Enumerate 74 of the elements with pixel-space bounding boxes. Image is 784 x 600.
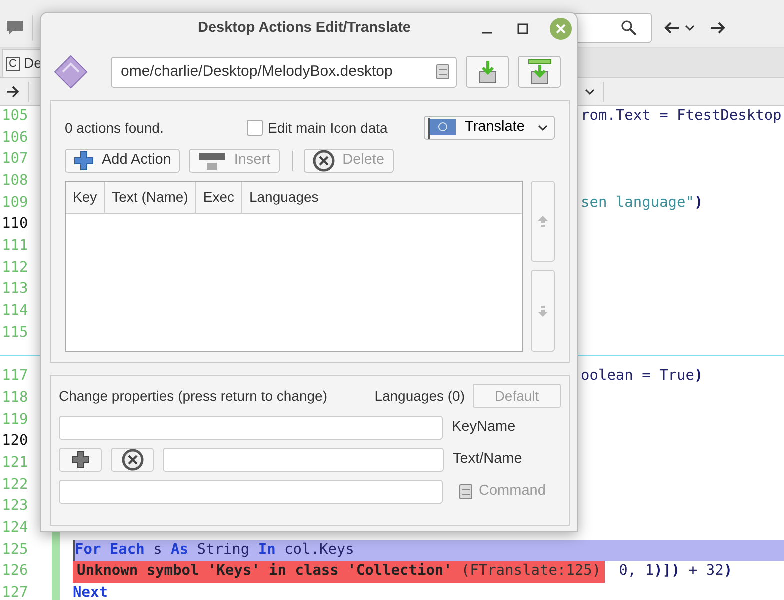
line-number: 126 — [1, 562, 30, 582]
line-number: 124 — [1, 519, 30, 538]
field-label: Command — [479, 482, 546, 502]
line-number: 114 — [1, 302, 30, 322]
plus-icon — [72, 451, 90, 469]
file-path-field[interactable]: ome/charlie/Desktop/MelodyBox.desktop — [111, 56, 457, 88]
back-arrow-icon[interactable] — [664, 20, 680, 34]
error-message: Unknown symbol 'Keys' in class 'Collection' (FTranslate:125) — [73, 561, 606, 584]
edit-icon-checkbox[interactable]: Edit main Icon data — [247, 118, 388, 138]
line-number: 127 — [1, 584, 30, 600]
line-number: 117 — [1, 367, 30, 386]
arrow-down-icon — [536, 303, 550, 319]
line-number: 125 — [1, 540, 30, 560]
text-field[interactable] — [59, 480, 443, 504]
line-number: 112 — [1, 258, 30, 278]
text-field[interactable] — [59, 416, 443, 440]
comment-icon[interactable] — [6, 20, 24, 36]
line-number: 123 — [1, 497, 30, 516]
code-line: rom.Text = FtestDesktop — [581, 106, 782, 126]
chevron-down-icon[interactable] — [685, 24, 695, 32]
line-number: 105 — [1, 106, 30, 126]
file-cabinet-icon[interactable] — [459, 484, 473, 500]
code-line: For Each s As String In col.Keys — [75, 540, 354, 560]
text-field[interactable] — [163, 448, 444, 472]
line-number: 115 — [1, 324, 30, 343]
window-title: Desktop Actions Edit/Translate — [198, 19, 411, 38]
line-number: 108 — [1, 172, 30, 192]
languages-label: Languages (0) — [374, 386, 465, 406]
code-line: 0, 1)]) + 32) — [619, 562, 733, 582]
insert-icon — [198, 152, 226, 170]
chevron-down-icon — [538, 124, 548, 132]
chevron-down-icon[interactable] — [585, 88, 595, 96]
code-line: Next — [73, 584, 108, 600]
column-header[interactable]: Text (Name) — [105, 182, 196, 213]
forward-arrow-icon[interactable] — [710, 20, 726, 34]
remove-button[interactable] — [111, 448, 154, 472]
delete-icon — [312, 150, 335, 172]
arrow-right-icon[interactable] — [6, 86, 20, 98]
translate-dropdown[interactable]: Translate — [424, 116, 555, 140]
code-line: oolean = True) — [581, 367, 704, 386]
status-text: 0 actions found. — [65, 118, 165, 138]
close-icon[interactable] — [550, 18, 572, 40]
file-cabinet-icon[interactable] — [436, 64, 450, 80]
line-number: 113 — [1, 280, 30, 300]
class-icon: C — [6, 56, 20, 70]
plus-icon — [74, 151, 94, 171]
maximize-icon[interactable] — [517, 23, 529, 35]
section-title: Change properties (press return to change) — [59, 386, 328, 406]
line-number: 107 — [1, 150, 30, 170]
arrow-up-icon — [536, 214, 550, 230]
column-header[interactable]: Languages — [242, 182, 522, 213]
add-button[interactable] — [59, 448, 102, 472]
action-button[interactable]: Add Action — [65, 149, 180, 173]
search-icon — [621, 20, 637, 36]
download-icon — [526, 59, 552, 85]
line-number: 106 — [1, 128, 30, 148]
line-number: 118 — [1, 388, 30, 408]
delete-icon — [122, 449, 144, 471]
column-header[interactable]: Exec — [196, 182, 242, 213]
line-number: 120 — [1, 432, 30, 452]
line-number: 119 — [1, 410, 30, 430]
diamond-icon — [53, 54, 89, 90]
line-number: 121 — [1, 454, 30, 473]
field-label: KeyName — [452, 418, 516, 438]
load-button[interactable] — [466, 56, 509, 88]
column-header[interactable]: Key — [66, 182, 106, 213]
line-number: 109 — [1, 194, 30, 213]
field-label: Text/Name — [453, 450, 522, 470]
code-line: sen language") — [581, 194, 704, 213]
line-number: 111 — [1, 237, 30, 256]
flag-icon — [427, 117, 457, 139]
save-button[interactable] — [518, 56, 561, 88]
line-number: 122 — [1, 476, 30, 495]
line-number: 110 — [1, 215, 30, 234]
